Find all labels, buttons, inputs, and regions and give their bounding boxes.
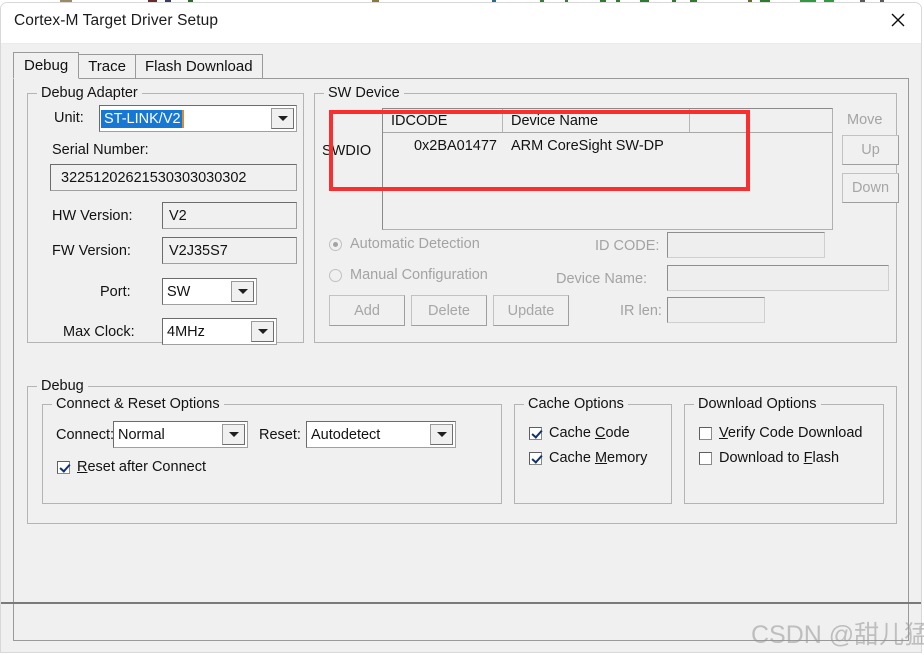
- close-icon[interactable]: [875, 3, 921, 36]
- reset-after-connect-checkbox[interactable]: Reset after Connect: [57, 459, 206, 475]
- tab-debug-label: Debug: [24, 57, 69, 74]
- download-options-group: Download Options Verify Code Download Do…: [684, 396, 884, 504]
- connect-combo-chevron-down-icon[interactable]: [222, 424, 245, 445]
- debug-adapter-legend: Debug Adapter: [37, 85, 142, 101]
- fw-version-field: V2J35S7: [162, 237, 297, 264]
- checkbox-check-icon: [529, 451, 542, 465]
- device-name-field: [667, 265, 889, 291]
- port-combo-chevron-down-icon[interactable]: [231, 281, 254, 302]
- add-button: Add: [329, 295, 405, 326]
- port-label: Port:: [100, 284, 131, 300]
- tab-debug[interactable]: Debug: [13, 52, 80, 79]
- download-to-flash-checkbox[interactable]: Download to Flash: [699, 450, 839, 466]
- automatic-detection-radio: Automatic Detection: [329, 236, 480, 252]
- column-header-idcode[interactable]: IDCODE: [383, 109, 503, 132]
- hw-version-field: V2: [162, 202, 297, 229]
- connect-reset-options-legend: Connect & Reset Options: [52, 396, 224, 412]
- debug-adapter-group: Debug Adapter Unit: ST-LINK/V2 Serial Nu…: [27, 85, 304, 345]
- unit-combo-chevron-down-icon[interactable]: [271, 108, 294, 129]
- tab-strip: Debug Trace Flash Download: [13, 52, 263, 79]
- delete-button: Delete: [411, 295, 487, 326]
- update-button: Update: [493, 295, 569, 326]
- device-name-label: Device Name:: [556, 271, 648, 287]
- max-clock-combo-chevron-down-icon[interactable]: [251, 321, 274, 342]
- radio-dot-icon: [329, 268, 342, 282]
- unit-combo-value: ST-LINK/V2: [101, 109, 184, 128]
- tab-trace-label: Trace: [88, 58, 126, 75]
- column-header-device-name[interactable]: Device Name: [503, 109, 690, 132]
- serial-number-field: 32251202621530303030302: [50, 164, 297, 191]
- unit-combo[interactable]: ST-LINK/V2: [99, 105, 297, 132]
- cache-memory-checkbox[interactable]: Cache Memory: [529, 450, 647, 466]
- manual-configuration-radio: Manual Configuration: [329, 267, 488, 283]
- cell-device-name: ARM CoreSight SW-DP: [511, 138, 664, 154]
- debug-group-legend: Debug: [37, 378, 88, 394]
- checkbox-box-icon: [699, 451, 712, 465]
- move-down-button: Down: [842, 173, 899, 203]
- cache-options-legend: Cache Options: [524, 396, 628, 412]
- move-label: Move: [847, 112, 883, 128]
- table-row[interactable]: 0x2BA01477 ARM CoreSight SW-DP: [383, 133, 832, 159]
- checkbox-check-icon: [529, 426, 542, 440]
- dialog-client-area: Debug Trace Flash Download Debug Adapter…: [1, 43, 921, 652]
- ir-len-field: [667, 297, 765, 323]
- cell-idcode: 0x2BA01477: [413, 138, 497, 154]
- window-title: Cortex-M Target Driver Setup: [14, 12, 219, 29]
- footer-separator: [1, 602, 921, 604]
- unit-label: Unit:: [54, 110, 84, 126]
- target-driver-setup-dialog: Cortex-M Target Driver Setup Debug Trace…: [0, 2, 922, 653]
- sw-device-legend: SW Device: [324, 85, 404, 101]
- id-code-field: [667, 232, 825, 258]
- reset-combo-value: Autodetect: [311, 426, 381, 443]
- connect-label: Connect:: [56, 427, 115, 443]
- column-header-extra[interactable]: [690, 109, 832, 132]
- connect-reset-options-group: Connect & Reset Options Connect: Normal …: [42, 396, 502, 504]
- sw-device-group: SW Device SWDIO IDCODE Device Name 0x2BA…: [314, 85, 899, 343]
- max-clock-combo-value: 4MHz: [167, 323, 205, 340]
- radio-dot-icon: [329, 237, 342, 251]
- port-combo[interactable]: SW: [162, 278, 257, 305]
- fw-version-label: FW Version:: [52, 243, 131, 259]
- max-clock-combo[interactable]: 4MHz: [162, 318, 277, 345]
- connect-combo[interactable]: Normal: [113, 421, 248, 448]
- cache-options-group: Cache Options Cache Code Cache Memory: [514, 396, 672, 504]
- reset-label: Reset:: [259, 427, 301, 443]
- cache-code-checkbox[interactable]: Cache Code: [529, 425, 630, 441]
- hw-version-label: HW Version:: [52, 208, 133, 224]
- max-clock-label: Max Clock:: [63, 324, 135, 340]
- connect-combo-value: Normal: [118, 426, 165, 443]
- title-bar: Cortex-M Target Driver Setup: [1, 3, 921, 43]
- tab-flash-download-label: Flash Download: [145, 58, 253, 75]
- verify-code-download-label: Verify Code Download: [719, 425, 863, 441]
- cache-code-label: Cache Code: [549, 425, 630, 441]
- debug-tab-panel: Debug Adapter Unit: ST-LINK/V2 Serial Nu…: [13, 78, 909, 641]
- move-up-button: Up: [842, 135, 899, 165]
- sw-device-list[interactable]: IDCODE Device Name 0x2BA01477 ARM CoreSi…: [382, 108, 833, 230]
- download-to-flash-label: Download to Flash: [719, 450, 840, 466]
- port-combo-value: SW: [167, 283, 191, 300]
- reset-combo[interactable]: Autodetect: [306, 421, 456, 448]
- id-code-label: ID CODE:: [595, 238, 660, 254]
- swdio-bus-label: SWDIO: [322, 143, 372, 159]
- manual-configuration-label: Manual Configuration: [350, 267, 488, 283]
- debug-group: Debug Connect & Reset Options Connect: N…: [27, 378, 897, 524]
- reset-combo-chevron-down-icon[interactable]: [430, 424, 453, 445]
- tab-flash-download[interactable]: Flash Download: [135, 54, 263, 79]
- verify-code-download-checkbox[interactable]: Verify Code Download: [699, 425, 862, 441]
- sw-device-list-header: IDCODE Device Name: [383, 109, 832, 133]
- ir-len-label: IR len:: [620, 303, 662, 319]
- cache-memory-label: Cache Memory: [549, 450, 648, 466]
- download-options-legend: Download Options: [694, 396, 821, 412]
- automatic-detection-label: Automatic Detection: [350, 236, 480, 252]
- checkbox-box-icon: [699, 426, 712, 440]
- reset-after-connect-label: Reset after Connect: [77, 459, 206, 475]
- serial-number-label: Serial Number:: [52, 142, 149, 158]
- checkbox-check-icon: [57, 460, 70, 474]
- tab-trace[interactable]: Trace: [78, 54, 136, 79]
